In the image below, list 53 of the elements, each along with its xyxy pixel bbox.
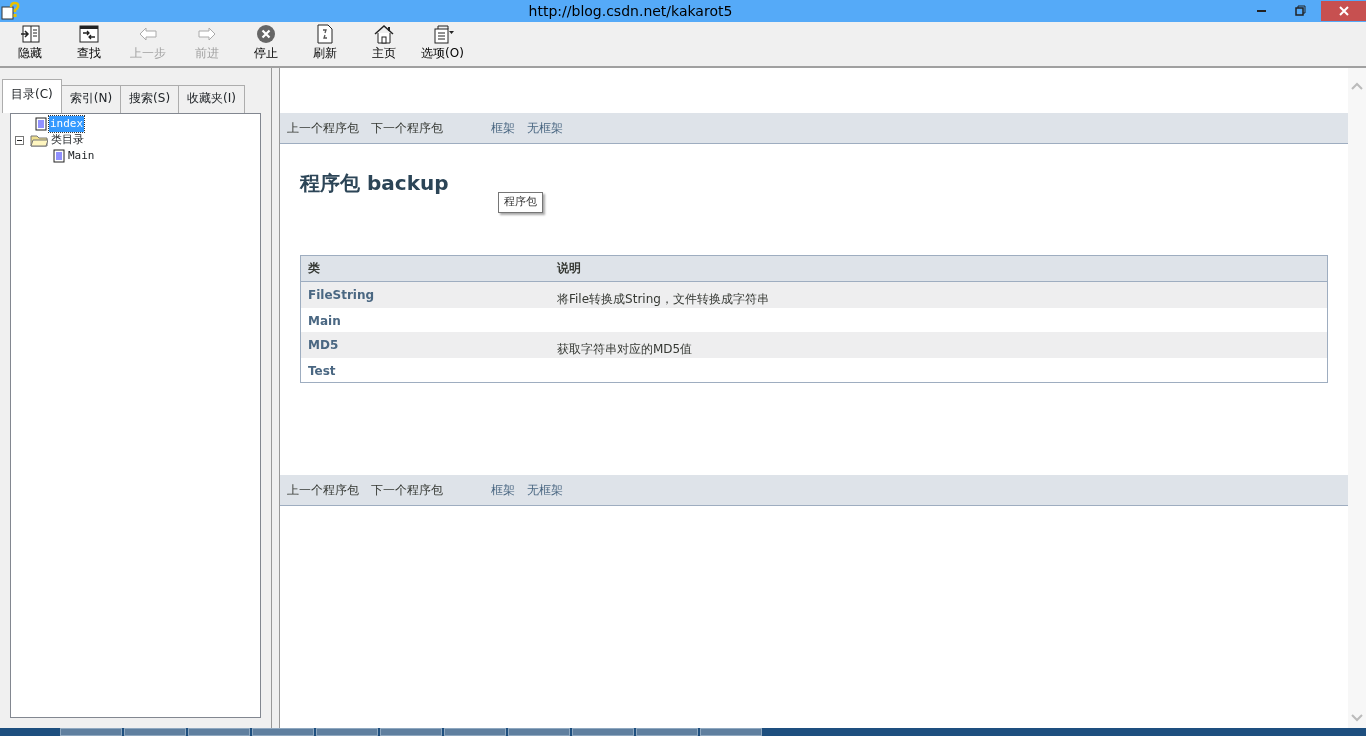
tooltip: 程序包 bbox=[498, 192, 543, 213]
toolbar-button[interactable]: 主页 bbox=[354, 22, 413, 66]
up-chevron-icon bbox=[1351, 82, 1363, 90]
class-link[interactable]: FileString bbox=[308, 287, 375, 302]
document-icon bbox=[35, 117, 47, 131]
taskbar-button[interactable] bbox=[124, 728, 186, 736]
folder-icon bbox=[30, 133, 48, 147]
minimize-icon bbox=[1256, 10, 1266, 12]
nav-text: 下一个程序包 bbox=[371, 120, 443, 137]
taskbar-button[interactable] bbox=[700, 728, 762, 736]
nav-link[interactable]: 框架 bbox=[491, 480, 515, 499]
toolbar-button[interactable]: 隐藏 bbox=[0, 22, 59, 66]
scrollbar[interactable] bbox=[1348, 68, 1366, 728]
restore-icon bbox=[1295, 5, 1307, 17]
table-cell: 获取字符串对应的MD5值 bbox=[557, 341, 693, 356]
collapse-icon[interactable] bbox=[15, 135, 24, 145]
window-title: http://blog.csdn.net/kakarot5 bbox=[527, 1, 734, 21]
close-icon bbox=[1337, 5, 1350, 17]
class-link[interactable]: Test bbox=[308, 363, 336, 378]
column-header: 类 bbox=[307, 260, 321, 277]
help-document-icon bbox=[0, 1, 20, 21]
taskbar-button[interactable] bbox=[252, 728, 314, 736]
taskbar-button[interactable] bbox=[380, 728, 442, 736]
nav-link[interactable]: 框架 bbox=[491, 119, 515, 137]
close-button[interactable] bbox=[1321, 1, 1366, 21]
tab[interactable]: 收藏夹(I) bbox=[178, 85, 245, 113]
nav-link[interactable]: 无框架 bbox=[527, 480, 563, 499]
taskbar-button[interactable] bbox=[508, 728, 570, 736]
nav-text: 上一个程序包 bbox=[287, 120, 359, 137]
nav-link[interactable]: 无框架 bbox=[527, 119, 563, 137]
taskbar-button[interactable] bbox=[188, 728, 250, 736]
taskbar-button[interactable] bbox=[572, 728, 634, 736]
toolbar-button[interactable]: 停止 bbox=[236, 22, 295, 66]
tree-item[interactable]: Main bbox=[67, 147, 96, 165]
class-link[interactable]: MD5 bbox=[308, 337, 339, 352]
taskbar-button[interactable] bbox=[60, 728, 122, 736]
taskbar-button[interactable] bbox=[636, 728, 698, 736]
column-header: 说明 bbox=[557, 260, 581, 277]
nav-text: 下一个程序包 bbox=[371, 481, 443, 499]
package-heading: 程序包 backup bbox=[300, 170, 450, 197]
tab[interactable]: 目录(C) bbox=[2, 79, 62, 113]
taskbar-button[interactable] bbox=[444, 728, 506, 736]
down-chevron-icon bbox=[1351, 714, 1363, 722]
taskbar-button[interactable] bbox=[316, 728, 378, 736]
class-link[interactable]: Main bbox=[308, 313, 341, 328]
toolbar-button[interactable]: 选项(O) bbox=[413, 22, 472, 66]
toolbar-button[interactable]: 查找 bbox=[59, 22, 118, 66]
table-cell: 将File转换成String，文件转换成字符串 bbox=[557, 291, 769, 306]
panel-arrows-icon bbox=[76, 24, 101, 44]
tree-item[interactable]: 类目录 bbox=[50, 131, 85, 149]
toolbar-button[interactable]: 刷新 bbox=[295, 22, 354, 66]
nav-text: 上一个程序包 bbox=[287, 481, 359, 499]
document-icon bbox=[53, 149, 65, 163]
